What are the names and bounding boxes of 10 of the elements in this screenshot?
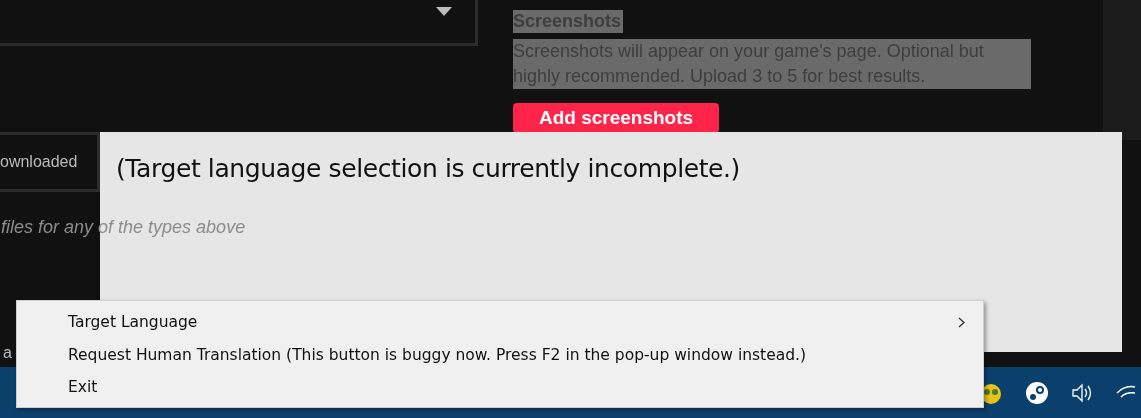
menu-item[interactable]: Request Human Translation (This button is buggy now. Press F2 in the pop-up window instead.) xyxy=(17,338,983,371)
menu-item[interactable]: Target Language xyxy=(17,306,983,339)
speaker-icon[interactable] xyxy=(1071,382,1093,403)
message-text: (Target language selection is currently incomplete.) xyxy=(116,154,740,183)
add-screenshots-button[interactable]: Add screenshots xyxy=(513,103,719,133)
cut-text: a xyxy=(3,344,12,362)
menu-item[interactable]: Exit xyxy=(17,371,983,404)
field-value: ownloaded xyxy=(0,153,78,171)
caret-icon xyxy=(436,7,452,17)
steam-icon[interactable] xyxy=(1025,380,1049,405)
